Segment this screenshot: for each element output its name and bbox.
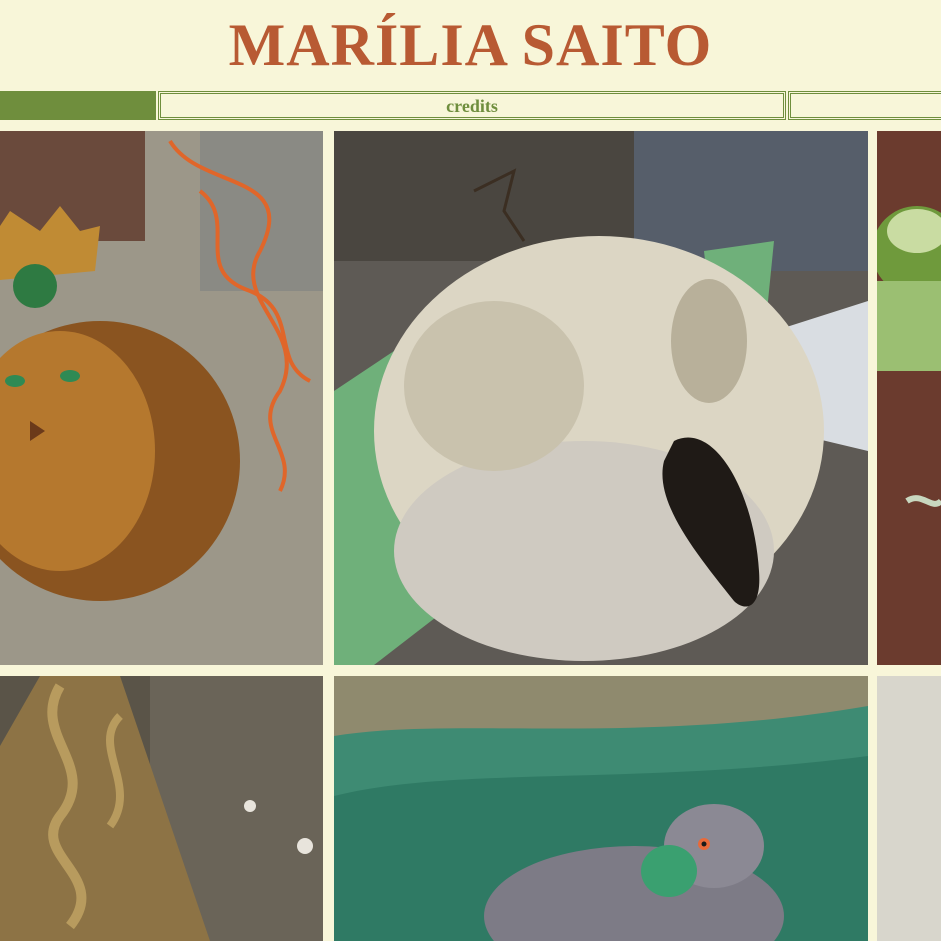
- partial-light-tile-image: [877, 676, 941, 941]
- gallery-item-pigeon-painting[interactable]: [334, 676, 868, 941]
- nav-left-block[interactable]: [0, 91, 156, 120]
- green-embroidery-image: [877, 131, 941, 665]
- site-header: MARÍLIA SAITO: [0, 0, 941, 90]
- bird-skull-image: [334, 131, 868, 665]
- nav-right-block[interactable]: [788, 91, 941, 120]
- nav-bar: credits: [0, 90, 941, 121]
- pigeon-painting-image: [334, 676, 868, 941]
- bronze-ornament-image: [0, 676, 323, 941]
- gallery-item-lion-sculpture[interactable]: [0, 131, 323, 665]
- gallery-item-partial-light-tile[interactable]: [877, 676, 941, 941]
- site-title[interactable]: MARÍLIA SAITO: [0, 10, 941, 80]
- nav-credits-link[interactable]: credits: [158, 91, 786, 120]
- gallery-item-bird-skull-sculpture[interactable]: [334, 131, 868, 665]
- gallery-item-green-embroidery[interactable]: [877, 131, 941, 665]
- lion-sculpture-image: [0, 131, 323, 665]
- gallery-item-bronze-ornament[interactable]: [0, 676, 323, 941]
